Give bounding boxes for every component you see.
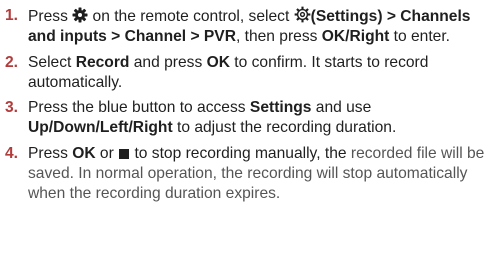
step-bold-text: Record xyxy=(75,54,130,71)
step-bold-text: OK xyxy=(206,54,230,71)
step-text: or xyxy=(95,145,119,162)
step-text: , then press xyxy=(235,28,322,45)
step-bold-text: OK/Right xyxy=(321,28,390,45)
step-3: 3. Press the blue button to access Setti… xyxy=(0,98,485,138)
step-1: 1. Press on the remote control, select (… xyxy=(0,0,485,47)
step-text: Select xyxy=(28,54,76,71)
step-4: 4. Press OK or to stop recording manuall… xyxy=(0,144,485,204)
step-text: to adjust the recording duration. xyxy=(172,119,397,136)
settings-icon xyxy=(294,6,311,23)
step-2: 2. Select Record and press OK to confirm… xyxy=(0,53,485,93)
step-bold-text: Settings xyxy=(249,99,312,116)
step-text: to stop recording manually, the xyxy=(130,145,351,162)
step-text: to enter. xyxy=(389,28,451,45)
step-text: Press the blue button to access xyxy=(28,99,250,116)
stop-square-icon xyxy=(118,148,130,160)
step-bold-text: OK xyxy=(72,145,96,162)
step-text: and press xyxy=(129,54,207,71)
step-text: and use xyxy=(311,99,372,116)
step-text: Press xyxy=(28,8,73,25)
step-number: 1. xyxy=(5,7,19,24)
step-text: on the remote control, select xyxy=(88,8,294,25)
gear-icon xyxy=(72,7,88,23)
step-bold-text: Up/Down/Left/Right xyxy=(28,119,173,136)
step-number: 4. xyxy=(5,145,19,162)
instruction-steps: 1. Press on the remote control, select (… xyxy=(0,0,485,204)
step-number: 2. xyxy=(5,54,19,71)
step-number: 3. xyxy=(5,99,19,116)
step-text: Press xyxy=(28,145,73,162)
